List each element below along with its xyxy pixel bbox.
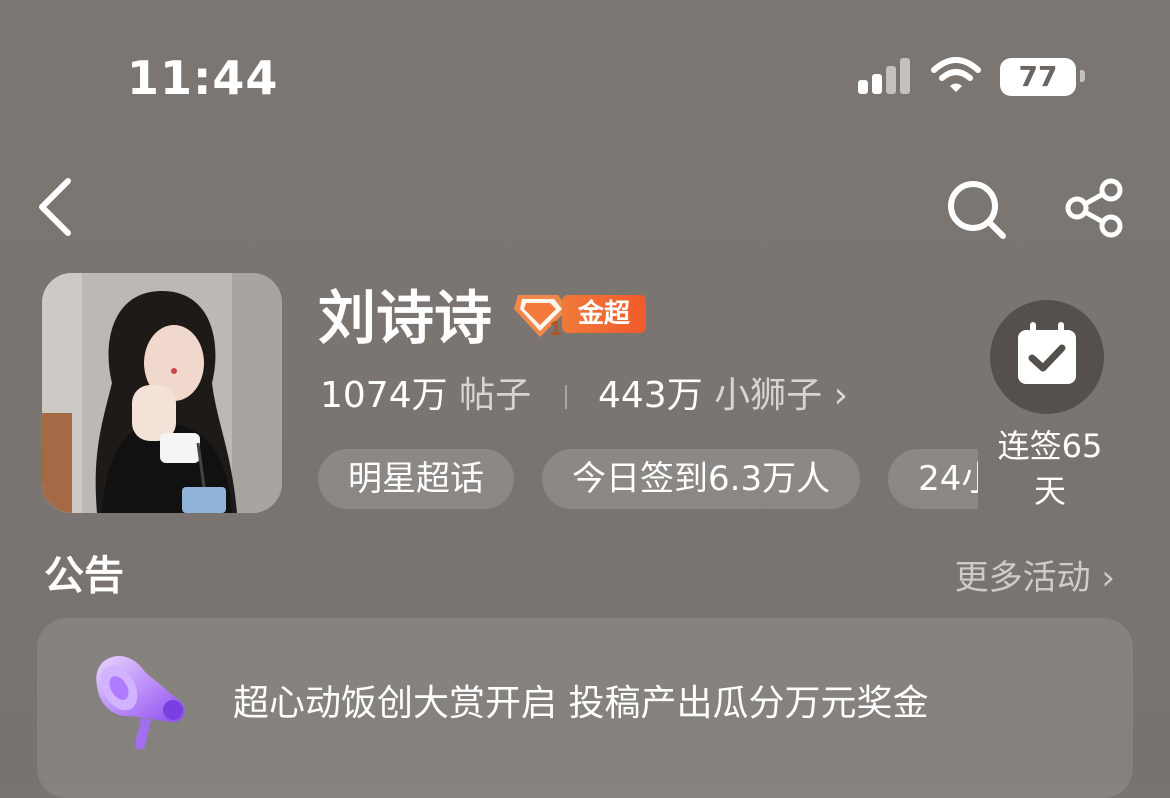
notice-card[interactable]: 超心动饭创大赏开启 投稿产出瓜分万元奖金 <box>37 618 1133 798</box>
stats-divider <box>564 385 567 409</box>
wifi-icon <box>931 57 981 92</box>
checkin-button[interactable] <box>990 300 1104 414</box>
level-badge[interactable]: 1 金超 <box>512 291 648 339</box>
chevron-right-icon: › <box>1101 558 1115 598</box>
more-activities-link[interactable]: 更多活动 › <box>955 556 1115 600</box>
avatar[interactable] <box>42 273 282 513</box>
signal-icon <box>858 58 918 98</box>
share-icon[interactable] <box>1063 176 1127 240</box>
search-icon[interactable] <box>945 178 1009 242</box>
svg-text:1: 1 <box>550 318 561 339</box>
avatar-image <box>42 273 282 513</box>
posts-count: 1074万 <box>320 375 448 416</box>
battery-nub <box>1080 70 1085 82</box>
more-activities-label: 更多活动 <box>954 558 1091 598</box>
page-title: 刘诗诗 <box>318 284 493 352</box>
section-title: 公告 <box>44 553 124 599</box>
badge-label: 金超 <box>562 295 646 333</box>
fans-label[interactable]: 小狮子 <box>714 375 822 416</box>
posts-label[interactable]: 帖子 <box>459 375 531 416</box>
chevron-right-icon: › <box>833 375 849 416</box>
stats-row: 1074万 帖子 443万 小狮子 › <box>320 373 848 419</box>
back-icon[interactable] <box>30 175 80 239</box>
fans-count: 443万 <box>598 375 703 416</box>
tag-chip[interactable]: 24小时 <box>888 449 978 509</box>
battery-icon: 77 <box>1000 58 1076 96</box>
notice-text: 超心动饭创大赏开启 投稿产出瓜分万元奖金 <box>233 683 929 724</box>
status-time: 11:44 <box>127 51 279 105</box>
app-screen: 11:44 77 刘诗诗 1 金超 1074万 帖子 443万 小狮子 › 明星… <box>0 0 1170 798</box>
battery-level: 77 <box>1018 60 1058 93</box>
calendar-check-icon <box>1018 322 1076 384</box>
megaphone-icon <box>96 656 185 750</box>
tag-list: 明星超话今日签到6.3万人 24小时 <box>318 449 978 509</box>
tag-chip[interactable]: 明星超话 <box>318 449 514 509</box>
checkin-streak: 连签65天 <box>997 427 1103 510</box>
tag-chip[interactable]: 今日签到6.3万人 <box>542 449 861 509</box>
